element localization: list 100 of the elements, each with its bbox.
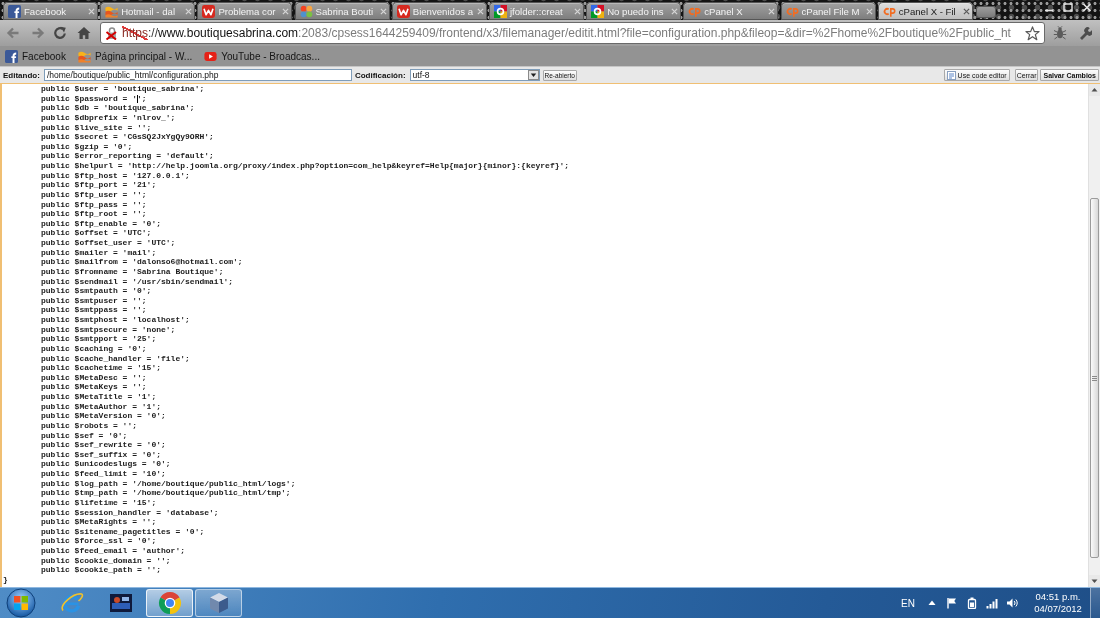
browser-logo-icon bbox=[157, 591, 182, 615]
f-logo-icon bbox=[8, 4, 21, 18]
code-line: public $caching = '0'; bbox=[41, 343, 147, 353]
code-line: public $ftp_host = '127.0.0.1'; bbox=[41, 170, 190, 180]
flower-logo-icon bbox=[299, 4, 313, 18]
w-logo-icon bbox=[396, 4, 410, 18]
scrollbar-thumb[interactable] bbox=[1090, 198, 1099, 558]
code-line: public $offset_user = 'UTC'; bbox=[41, 238, 176, 247]
code-line: public $dbprefix = 'nlrov_'; bbox=[41, 112, 176, 122]
bookmark[interactable]: Facebook bbox=[3, 47, 68, 65]
broken-lock-icon[interactable] bbox=[105, 26, 119, 40]
code-line: public $cookie_domain = ''; bbox=[41, 555, 171, 565]
signal-bars-icon[interactable] bbox=[986, 597, 998, 609]
code-line: public $sendmail = '/usr/sbin/sendmail'; bbox=[41, 276, 234, 286]
caret-icon[interactable] bbox=[527, 70, 539, 80]
code-line: public $db = 'boutique_sabrina'; bbox=[41, 103, 195, 113]
code-line: public $MetaDesc = ''; bbox=[41, 372, 147, 382]
wrench-icon[interactable] bbox=[1078, 26, 1092, 40]
code-line: public $user = 'boutique_sabrina'; bbox=[41, 84, 205, 93]
wave-logo-icon bbox=[105, 4, 119, 18]
code-line: public $MetaKeys = ''; bbox=[41, 382, 147, 392]
code-line: public $unicodeslugs = '0'; bbox=[41, 459, 171, 469]
browser-tab[interactable]: cPanel X bbox=[683, 2, 779, 20]
code-line: public $cachetime = '15'; bbox=[41, 363, 162, 373]
code-line: public $helpurl = 'http://help.joomla.org/proxy/index.php?option=com_help&keyref=Help{major}{minor}:{keyref}'; bbox=[41, 161, 570, 170]
encoding-select[interactable]: utf-8 bbox=[409, 69, 540, 81]
code-line: public $sef_suffix = '0'; bbox=[41, 449, 162, 459]
code-line: public $smtpauth = '0'; bbox=[41, 286, 152, 296]
code-line: public $ftp_port = '21'; bbox=[41, 180, 157, 190]
new-tab-button[interactable] bbox=[975, 6, 996, 18]
code-line: public $smtpport = '25'; bbox=[41, 334, 157, 344]
code-line: public $fromname = 'Sabrina Boutique'; bbox=[41, 266, 224, 276]
code-line: public $MetaTitle = '1'; bbox=[41, 392, 157, 401]
code-line: public $smtpuser = ''; bbox=[41, 295, 147, 305]
clock-date: 04/07/2012 bbox=[1034, 603, 1082, 615]
code-line: } bbox=[3, 574, 8, 584]
page-icon bbox=[946, 70, 956, 80]
code-line: public $sef = '0'; bbox=[41, 430, 128, 440]
wave-logo-icon bbox=[77, 49, 91, 63]
f-logo-icon bbox=[5, 49, 18, 63]
arrow-up-icon[interactable] bbox=[1089, 84, 1100, 96]
play-logo-icon bbox=[204, 49, 218, 63]
code-line: public $cookie_path = ''; bbox=[41, 565, 162, 575]
code-line: public $robots = ''; bbox=[41, 420, 137, 430]
code-line: public $MetaVersion = '0'; bbox=[41, 411, 166, 421]
code-line: public $error_reporting = 'default'; bbox=[41, 151, 214, 161]
browser-tab[interactable]: Hotmail - dal bbox=[100, 2, 196, 20]
code-line: public $tmp_path = '/home/boutique/public_html/tmp'; bbox=[41, 488, 291, 498]
bookmark[interactable]: Página principal - W... bbox=[75, 47, 195, 65]
taskbar-button[interactable] bbox=[195, 589, 242, 617]
code-line: public $ftp_pass = ''; bbox=[41, 199, 147, 209]
code-line: public $ftp_enable = '0'; bbox=[41, 218, 162, 228]
code-line: public $MetaAuthor = '1'; bbox=[41, 401, 162, 411]
home-icon[interactable] bbox=[77, 26, 91, 40]
reload-icon[interactable] bbox=[53, 26, 67, 40]
bug-icon[interactable] bbox=[1053, 26, 1067, 40]
code-line: public $MetaRights = ''; bbox=[41, 517, 157, 527]
bookmark[interactable]: YouTube - Broadcas... bbox=[202, 47, 322, 65]
arrow-down-icon[interactable] bbox=[1089, 575, 1100, 587]
maximize-icon[interactable] bbox=[1063, 3, 1073, 12]
browser-tab[interactable]: cPanel File M bbox=[780, 2, 876, 20]
code-line: public $ftp_user = ''; bbox=[41, 189, 147, 199]
browser-tab[interactable]: Sabrina Bouti bbox=[294, 2, 390, 20]
code-line: public $offset = 'UTC'; bbox=[41, 228, 152, 238]
code-line: public $sef_rewrite = '0'; bbox=[41, 440, 166, 450]
flag-icon[interactable] bbox=[946, 597, 958, 609]
browser-tab[interactable]: No puedo ins bbox=[586, 2, 682, 20]
browser-tab[interactable]: cPanel X - Fil bbox=[877, 2, 973, 20]
star-icon[interactable] bbox=[1025, 25, 1040, 41]
battery-icon[interactable] bbox=[966, 597, 978, 609]
code-line: public $secret = 'CGsSQ2JxYgQy9ORH'; bbox=[41, 132, 214, 142]
path-field[interactable]: /home/boutique/public_html/configuration.php bbox=[43, 69, 352, 81]
code-line: public $log_path = '/home/boutique/public_html/logs'; bbox=[41, 478, 296, 488]
code-line: public $feed_email = 'author'; bbox=[41, 546, 186, 555]
quadrant-logo-icon bbox=[591, 4, 605, 18]
show-desktop-button[interactable] bbox=[1090, 588, 1100, 618]
thumbnail-icon bbox=[108, 591, 133, 615]
code-line: public $force_ssl = '0'; bbox=[41, 536, 157, 546]
path-label: Editando: bbox=[3, 70, 40, 80]
start-orb-icon[interactable] bbox=[6, 588, 36, 618]
code-editor[interactable] bbox=[0, 83, 1100, 587]
code-line: public $smtppass = ''; bbox=[41, 305, 147, 315]
code-line: public $ftp_root = ''; bbox=[41, 209, 147, 219]
browser-tab[interactable]: Facebook bbox=[3, 2, 98, 20]
scrollbar[interactable] bbox=[1088, 84, 1100, 587]
code-line: public $gzip = '0'; bbox=[41, 141, 133, 151]
browser-tab[interactable]: jfolder::creat bbox=[488, 2, 584, 20]
clock-time: 04:51 p.m. bbox=[1035, 591, 1081, 603]
code-line: public $lifetime = '15'; bbox=[41, 497, 157, 507]
code-line: public $sitename_pagetitles = '0'; bbox=[41, 526, 205, 536]
quadrant-logo-icon bbox=[493, 4, 507, 18]
code-line: public $session_handler = 'database'; bbox=[41, 507, 219, 517]
language-indicator[interactable]: EN bbox=[901, 597, 915, 609]
code-line: public $smtphost = 'localhost'; bbox=[41, 315, 190, 324]
code-line: public $mailfrom = 'dalonso6@hotmail.com'; bbox=[41, 257, 243, 267]
browser-tab[interactable]: Bienvenidos a bbox=[391, 2, 487, 20]
taskbar-button[interactable] bbox=[146, 589, 193, 617]
speaker-icon[interactable] bbox=[1006, 597, 1018, 609]
code-line: public $live_site = ''; bbox=[41, 122, 152, 132]
browser-tab[interactable]: Problema cor bbox=[197, 2, 293, 20]
